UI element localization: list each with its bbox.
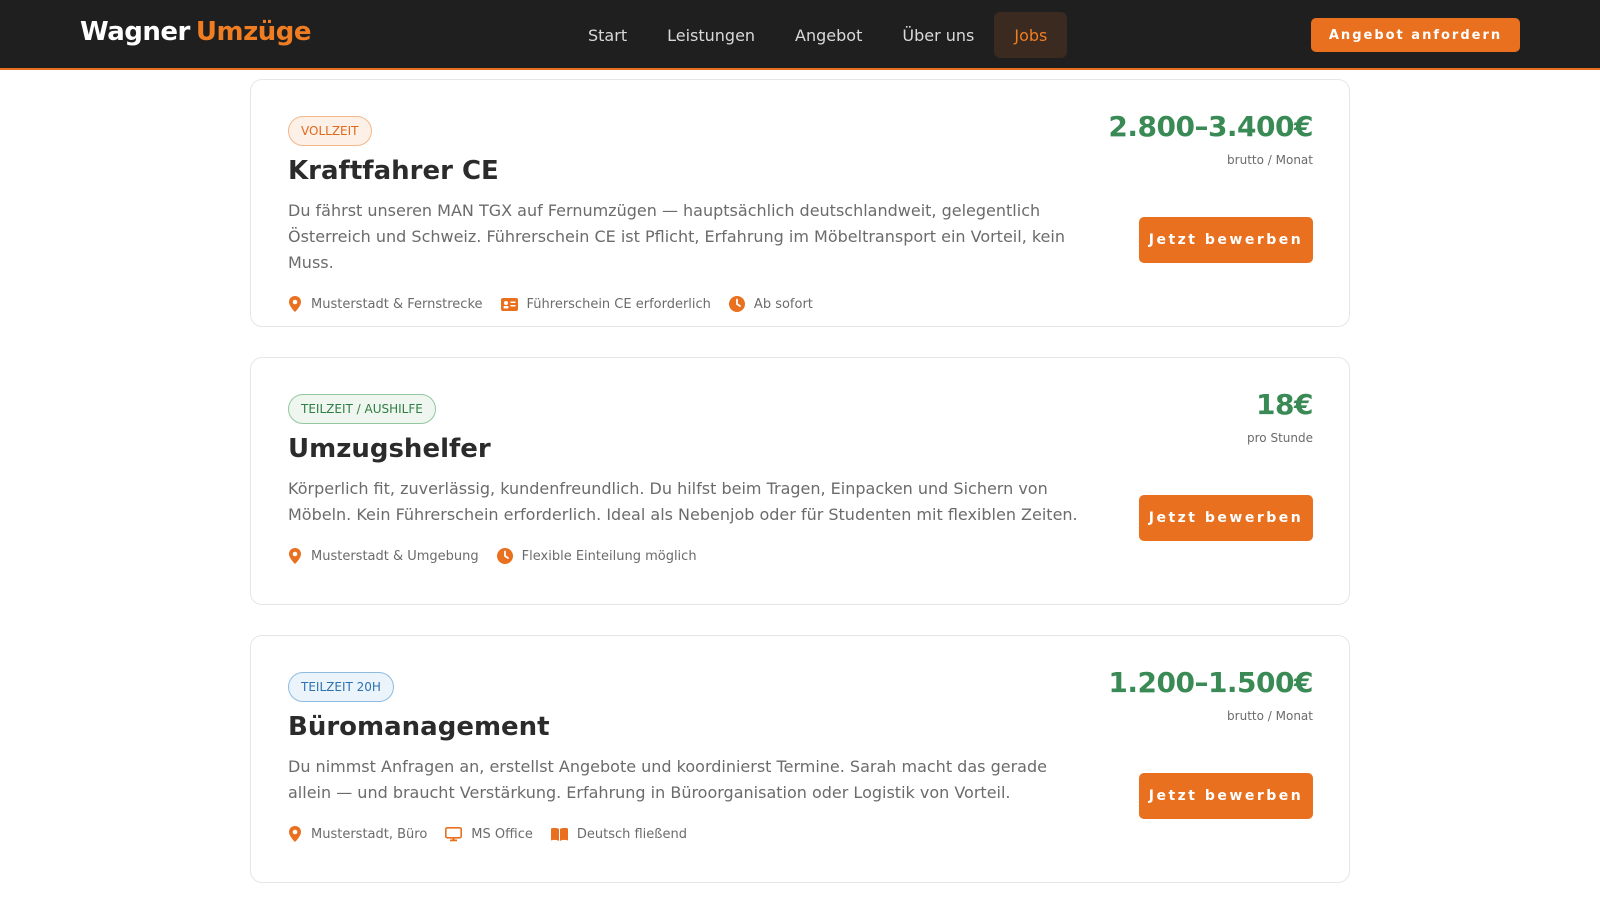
job-meta: Musterstadt & Umgebung Flexible Einteilu… [288, 548, 1078, 564]
salary-value: 1.200–1.500€ [1108, 666, 1313, 699]
job-card-side: 18€ pro Stunde Jetzt bewerben [1053, 388, 1314, 541]
job-description: Körperlich fit, zuverlässig, kundenfreun… [288, 479, 1078, 524]
meta-location: Musterstadt, Büro [288, 826, 427, 842]
job-title: Kraftfahrer CE [288, 156, 499, 186]
meta-text: Musterstadt, Büro [311, 826, 428, 842]
meta-text: Ab sofort [753, 296, 813, 312]
meta-text: Führerschein CE erforderlich [526, 296, 711, 312]
main-nav: Start Leistungen Angebot Über uns Jobs [568, 12, 1068, 58]
meta-location: Musterstadt & Umgebung [288, 548, 479, 564]
meta-text: Musterstadt & Umgebung [311, 548, 479, 564]
apply-button[interactable]: Jetzt bewerben [1139, 495, 1313, 541]
brand-name-part1: Wagner [80, 17, 190, 47]
meta-text: Flexible Einteilung möglich [521, 548, 697, 564]
job-card-side: 2.800–3.400€ brutto / Monat Jetzt bewerb… [1053, 110, 1314, 263]
meta-text: Musterstadt & Fernstrecke [311, 296, 483, 312]
brand-name-part2: Umzüge [195, 17, 312, 47]
site-header: Wagner Umzüge Start Leistungen Angebot Üb… [0, 0, 1600, 70]
job-meta: Musterstadt, Büro MS Office Deutsch flie… [288, 826, 1078, 842]
job-card-bueromanagement: TEILZEIT 20H Büromanagement Du nimmst An… [250, 635, 1350, 883]
meta-software: MS Office [445, 827, 533, 842]
employment-type-badge: TEILZEIT 20H [288, 672, 394, 702]
apply-button[interactable]: Jetzt bewerben [1139, 773, 1313, 819]
meta-location: Musterstadt & Fernstrecke [288, 296, 483, 312]
monitor-icon [445, 826, 463, 841]
location-pin-icon [289, 548, 301, 564]
id-card-icon [500, 297, 518, 311]
nav-item-leistungen[interactable]: Leistungen [647, 12, 775, 58]
salary-unit: pro Stunde [1247, 431, 1313, 445]
job-description: Du nimmst Anfragen an, erstellst Angebot… [288, 757, 1047, 802]
job-card-body: VOLLZEIT Kraftfahrer CE Du fährst unsere… [288, 116, 1078, 312]
job-card-body: TEILZEIT / AUSHILFE Umzugshelfer Körperl… [288, 394, 1078, 564]
salary-unit: brutto / Monat [1227, 153, 1313, 167]
request-quote-button[interactable]: Angebot anfordern [1311, 18, 1520, 52]
meta-language: Deutsch fließend [550, 826, 687, 842]
salary-unit: brutto / Monat [1227, 709, 1313, 723]
job-card-kraftfahrer: VOLLZEIT Kraftfahrer CE Du fährst unsere… [250, 79, 1350, 327]
meta-text: Deutsch fließend [576, 826, 687, 842]
apply-button[interactable]: Jetzt bewerben [1139, 217, 1313, 263]
employment-type-badge: TEILZEIT / AUSHILFE [288, 394, 436, 424]
nav-item-angebot[interactable]: Angebot [775, 12, 882, 58]
job-meta: Musterstadt & Fernstrecke Führerschein C… [288, 296, 1078, 312]
salary-value: 2.800–3.400€ [1108, 110, 1313, 143]
nav-item-jobs[interactable]: Jobs [994, 12, 1068, 58]
job-title: Umzugshelfer [288, 434, 491, 464]
clock-icon [496, 548, 513, 564]
clock-icon [728, 296, 745, 312]
location-pin-icon [289, 826, 301, 842]
job-description: Du fährst unseren MAN TGX auf Fernumzüge… [288, 201, 1065, 272]
meta-license: Führerschein CE erforderlich [500, 296, 711, 312]
meta-start: Ab sofort [728, 296, 813, 312]
meta-schedule: Flexible Einteilung möglich [496, 548, 697, 564]
employment-type-badge: VOLLZEIT [288, 116, 372, 146]
job-card-body: TEILZEIT 20H Büromanagement Du nimmst An… [288, 672, 1078, 842]
salary-value: 18€ [1256, 388, 1313, 421]
location-pin-icon [289, 296, 301, 312]
meta-text: MS Office [471, 826, 533, 842]
nav-item-start[interactable]: Start [568, 12, 647, 58]
job-title: Büromanagement [288, 712, 550, 742]
nav-item-ueber-uns[interactable]: Über uns [882, 12, 994, 58]
job-card-umzugshelfer: TEILZEIT / AUSHILFE Umzugshelfer Körperl… [250, 357, 1350, 605]
book-icon [550, 827, 568, 841]
brand-logo[interactable]: Wagner Umzüge [80, 17, 311, 47]
job-card-side: 1.200–1.500€ brutto / Monat Jetzt bewerb… [1053, 666, 1314, 819]
